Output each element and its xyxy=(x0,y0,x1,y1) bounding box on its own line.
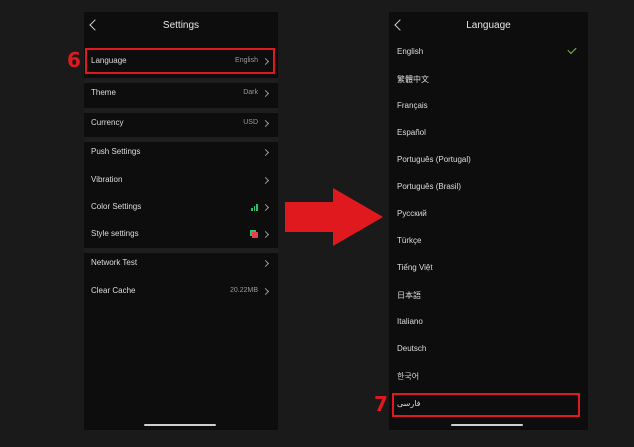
chevron-right-icon xyxy=(261,176,270,185)
settings-title: Settings xyxy=(162,20,200,31)
language-option[interactable]: Русский xyxy=(389,204,588,226)
settings-row-clear-cache[interactable]: Clear Cache 20.22MB xyxy=(84,280,278,304)
language-label: 日本語 xyxy=(397,291,421,300)
style-squares-icon xyxy=(250,230,258,238)
language-label: Türkçe xyxy=(397,236,422,245)
language-option[interactable]: Español xyxy=(389,123,588,145)
settings-row-color-settings[interactable]: Color Settings xyxy=(84,196,278,220)
language-screen: Language English 繁體中文 Français Español P… xyxy=(389,12,588,430)
row-label: Clear Cache xyxy=(91,286,136,295)
checkmark-icon xyxy=(567,44,577,55)
home-indicator xyxy=(144,424,216,426)
row-label: Currency xyxy=(91,118,124,127)
settings-row-vibration[interactable]: Vibration xyxy=(84,169,278,193)
chevron-right-icon xyxy=(261,148,270,157)
settings-row-push-settings[interactable]: Push Settings xyxy=(84,141,278,165)
chevron-right-icon xyxy=(261,230,270,239)
row-label: Push Settings xyxy=(91,147,141,156)
settings-row-style-settings[interactable]: Style settings xyxy=(84,223,278,247)
language-label: English xyxy=(397,47,424,56)
step-6-highlight xyxy=(85,48,275,74)
settings-row-theme[interactable]: Theme Dark xyxy=(84,82,278,106)
language-option[interactable]: 日本語 xyxy=(389,285,588,307)
settings-row-currency[interactable]: Currency USD xyxy=(84,112,278,136)
step-6-label: 6 xyxy=(67,48,81,72)
language-label: Deutsch xyxy=(397,344,427,353)
row-label: Theme xyxy=(91,88,116,97)
language-option[interactable]: Português (Portugal) xyxy=(389,150,588,172)
language-option[interactable]: Italiano xyxy=(389,312,588,334)
chevron-right-icon xyxy=(261,89,270,98)
step-7-label: 7 xyxy=(374,392,388,416)
language-option[interactable]: Türkçe xyxy=(389,231,588,253)
row-label: Color Settings xyxy=(91,202,142,211)
step-7-highlight xyxy=(392,393,580,417)
chevron-right-icon xyxy=(261,203,270,212)
row-label: Style settings xyxy=(91,229,139,238)
settings-header: Settings xyxy=(84,12,278,42)
language-header: Language xyxy=(389,12,588,42)
row-value: Dark xyxy=(243,89,258,96)
language-title: Language xyxy=(466,20,511,31)
home-indicator xyxy=(451,424,523,426)
language-option[interactable]: 繁體中文 xyxy=(389,69,588,91)
language-label: 繁體中文 xyxy=(397,75,429,84)
right-arrow-icon xyxy=(285,188,383,246)
row-label: Vibration xyxy=(91,175,123,184)
language-label: Italiano xyxy=(397,317,423,326)
language-option[interactable]: Tiếng Việt xyxy=(389,258,588,280)
chevron-right-icon xyxy=(261,259,270,268)
language-label: 한국어 xyxy=(397,372,420,381)
language-label: Русский xyxy=(397,209,427,218)
settings-row-network-test[interactable]: Network Test xyxy=(84,252,278,276)
row-value: USD xyxy=(243,119,258,126)
language-label: Français xyxy=(397,101,428,110)
language-label: Español xyxy=(397,128,426,137)
language-option[interactable]: Français xyxy=(389,96,588,118)
row-value: 20.22MB xyxy=(229,287,258,294)
language-label: Tiếng Việt xyxy=(397,263,433,272)
chevron-right-icon xyxy=(261,287,270,296)
language-option[interactable]: 한국어 xyxy=(389,366,588,388)
language-label: Português (Brasil) xyxy=(397,182,462,191)
language-option[interactable]: Deutsch xyxy=(389,339,588,361)
row-label: Network Test xyxy=(91,258,138,267)
language-option-english[interactable]: English xyxy=(389,42,588,64)
chevron-right-icon xyxy=(261,119,270,128)
language-label: Português (Portugal) xyxy=(397,155,471,164)
settings-screen: Settings Language English Theme Dark Cur… xyxy=(84,12,278,430)
color-bars-icon xyxy=(251,204,258,211)
language-option[interactable]: Português (Brasil) xyxy=(389,177,588,199)
